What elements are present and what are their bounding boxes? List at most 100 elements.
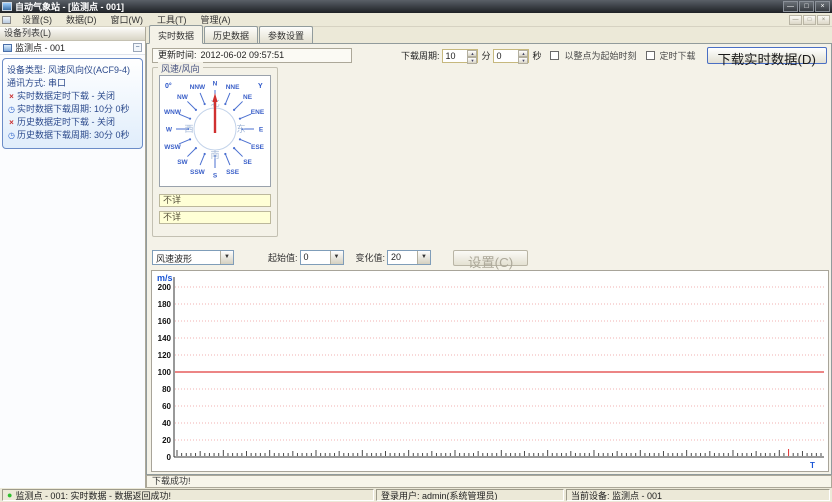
compass-tick: [240, 139, 251, 144]
y-tick-label: 160: [158, 317, 172, 326]
main-area: 设备列表(L) 监测点 - 001 − 设备类型: 风速风向仪(ACF9-4) …: [0, 27, 832, 488]
tab-realtime-data[interactable]: 实时数据: [149, 25, 203, 44]
compass-tick: [234, 101, 242, 109]
update-time-label: 更新时间:: [158, 49, 197, 62]
current-device: 当前设备: 监测点 - 001: [571, 489, 662, 501]
status-user-segment: 登录用户: admin(系统管理员): [376, 489, 564, 501]
compass-tick-dot: [189, 118, 191, 120]
y-tick-label: 20: [162, 436, 171, 445]
device-list-panel: 设备列表(L) 监测点 - 001 − 设备类型: 风速风向仪(ACF9-4) …: [0, 27, 146, 488]
y-tick-label: 100: [158, 368, 172, 377]
compass-tick-dot: [239, 118, 241, 120]
device-tree-item[interactable]: 监测点 - 001 −: [0, 41, 145, 55]
compass-tick: [200, 93, 205, 104]
compass-dir-label: W: [166, 127, 173, 134]
device-tree-label: 监测点 - 001: [15, 41, 133, 54]
tab-bar: 实时数据 历史数据 参数设置: [146, 27, 832, 43]
spin-down-icon[interactable]: ▼: [467, 57, 477, 64]
compass-dir-label: SSW: [190, 169, 206, 176]
compass-dir-label: N: [213, 81, 218, 88]
start-on-hour-label: 以整点为起始时刻: [564, 49, 636, 62]
set-button[interactable]: 设置(C): [453, 250, 528, 266]
y-tick-label: 120: [158, 351, 172, 360]
compass-tick-dot: [239, 138, 241, 140]
chevron-down-icon[interactable]: ▼: [330, 251, 343, 264]
compass-tick-dot: [224, 153, 226, 155]
compass-tick-dot: [204, 103, 206, 105]
timed-download-checkbox[interactable]: [646, 51, 655, 60]
start-on-hour-checkbox[interactable]: [550, 51, 559, 60]
y-tick-label: 0: [167, 453, 172, 462]
menu-settings[interactable]: 设置(S): [15, 12, 59, 27]
compass-tick: [240, 114, 251, 119]
timed-download-label: 定时下载: [660, 49, 696, 62]
wind-speed-field: 不详: [159, 194, 271, 207]
y-tick-label: 180: [158, 300, 172, 309]
start-value-select[interactable]: 0 ▼: [300, 250, 344, 265]
download-period-label: 下载周期:: [401, 49, 440, 62]
compass-cn-label: 南: [210, 149, 219, 160]
device-info-row: × 历史数据定时下载 - 关闭: [7, 116, 139, 129]
compass-dir-label: WSW: [164, 144, 181, 151]
mdi-child-icon: [2, 16, 11, 24]
disabled-x-icon: ×: [7, 116, 16, 129]
mdi-minimize-button[interactable]: —: [789, 15, 802, 25]
compass-box: NNNENEENEEESESESSESSSWSWWSWWWNWNWNNW北东南西…: [159, 75, 271, 187]
menu-data[interactable]: 数据(D): [59, 12, 104, 27]
seconds-spin-buttons[interactable]: ▲▼: [518, 50, 528, 62]
update-time-value: 2012-06-02 09:57:51: [201, 49, 285, 62]
chevron-down-icon[interactable]: ▼: [417, 251, 430, 264]
device-info-row: 设备类型: 风速风向仪(ACF9-4): [7, 64, 139, 77]
collapse-icon[interactable]: −: [133, 43, 142, 52]
status-ok-icon: ●: [7, 490, 12, 500]
content-panel: 实时数据 历史数据 参数设置 更新时间: 2012-06-02 09:57:51…: [146, 27, 832, 488]
step-value-select[interactable]: 20 ▼: [387, 250, 431, 265]
download-realtime-data-button[interactable]: 下载实时数据(D): [707, 47, 827, 64]
compass-tick-dot: [224, 103, 226, 105]
compass-dir-label: S: [213, 173, 218, 180]
y-tick-label: 40: [162, 419, 171, 428]
seconds-value[interactable]: 0: [494, 50, 518, 62]
minutes-stepper[interactable]: 10 ▲▼: [442, 49, 478, 63]
comm-mode-text: 通讯方式: 串口: [7, 77, 66, 90]
tab-history-data[interactable]: 历史数据: [204, 26, 258, 43]
mdi-window-buttons: — □ ×: [788, 15, 830, 25]
minimize-button[interactable]: —: [783, 1, 798, 12]
status-bar: ● 监测点 - 001: 实时数据 - 数据返回成功! 登录用户: admin(…: [0, 488, 832, 502]
minutes-spin-buttons[interactable]: ▲▼: [467, 50, 477, 62]
spin-down-icon[interactable]: ▼: [518, 57, 528, 64]
start-value-label: 起始值:: [268, 251, 298, 264]
chevron-down-icon[interactable]: ▼: [220, 251, 233, 264]
compass-dir-label: NW: [177, 94, 189, 101]
maximize-button[interactable]: □: [799, 1, 814, 12]
compass-dir-label: SE: [243, 159, 252, 166]
minutes-value[interactable]: 10: [443, 50, 467, 62]
compass-cn-label: 东: [236, 123, 245, 134]
mdi-restore-button[interactable]: □: [803, 15, 816, 25]
spin-up-icon[interactable]: ▲: [467, 50, 477, 57]
step-value: 20: [388, 251, 417, 264]
page-toolbar: 更新时间: 2012-06-02 09:57:51 下载周期: 10 ▲▼ 分 …: [152, 47, 827, 64]
tab-parameter-settings[interactable]: 参数设置: [259, 26, 313, 43]
close-button[interactable]: ×: [815, 1, 830, 12]
menu-window[interactable]: 窗口(W): [104, 12, 151, 27]
compass-tick-dot: [195, 109, 197, 111]
waveform-chart: 020406080100120140160180200T: [152, 271, 828, 471]
compass-tick: [200, 154, 205, 165]
y-tick-label: 60: [162, 402, 171, 411]
compass-dir-label: NNW: [190, 84, 206, 91]
wind-direction-field: 不详: [159, 211, 271, 224]
mdi-close-button[interactable]: ×: [817, 15, 830, 25]
compass-tick: [187, 148, 195, 156]
y-tick-label: 200: [158, 283, 172, 292]
compass-tick: [225, 154, 230, 165]
compass-tick-dot: [189, 138, 191, 140]
step-value-label: 变化值:: [356, 251, 386, 264]
seconds-stepper[interactable]: 0 ▲▼: [493, 49, 529, 63]
compass-dir-label: ENE: [251, 109, 265, 116]
app-icon: [2, 2, 12, 11]
spin-up-icon[interactable]: ▲: [518, 50, 528, 57]
device-info-row: ◷ 实时数据下载周期: 10分 0秒: [7, 103, 139, 116]
history-timed-download-text: 历史数据定时下载 - 关闭: [17, 116, 115, 129]
waveform-select[interactable]: 风速波形 ▼: [152, 250, 234, 265]
